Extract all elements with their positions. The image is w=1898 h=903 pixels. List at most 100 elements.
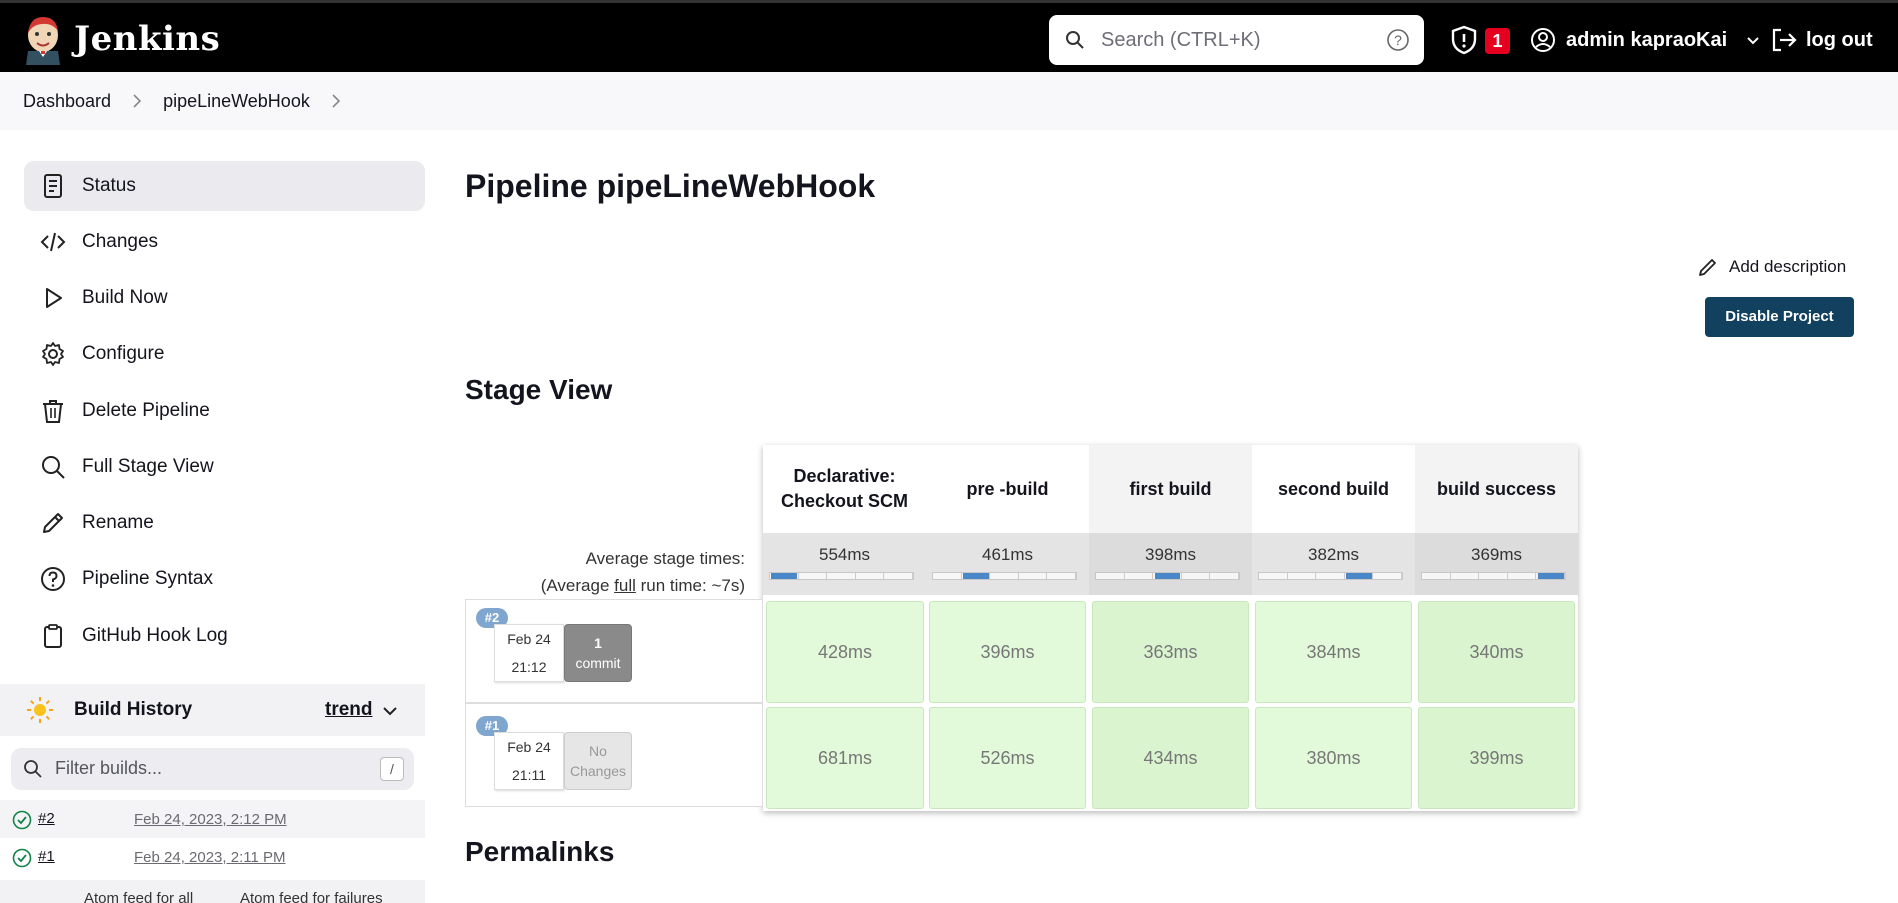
chevron-down-icon[interactable] — [382, 704, 398, 718]
add-description-link[interactable]: Add description — [1697, 256, 1846, 278]
stage-view-title: Stage View — [465, 374, 613, 405]
add-description-label[interactable]: Add description — [1729, 257, 1846, 277]
sidebar-item-github-hook-log[interactable]: GitHub Hook Log — [24, 611, 425, 661]
code-icon — [40, 232, 66, 252]
progress-segment — [1019, 573, 1048, 579]
build-date-link[interactable]: Feb 24, 2023, 2:12 PM — [134, 811, 287, 828]
stage-cell[interactable]: 380ms — [1255, 707, 1412, 809]
breadcrumb-dashboard[interactable]: Dashboard — [23, 91, 111, 112]
avg-time-value: 369ms — [1470, 545, 1523, 564]
build-number-link[interactable]: #1 — [38, 848, 55, 865]
progress-fill — [1537, 573, 1564, 579]
stage-name: Declarative: — [793, 466, 896, 486]
search-icon — [1066, 31, 1084, 49]
pencil-icon — [1699, 259, 1716, 276]
brand-name: Jenkins — [74, 19, 221, 59]
breadcrumb-project[interactable]: pipeLineWebHook — [163, 91, 310, 112]
sidebar-item-rename[interactable]: Rename — [24, 498, 425, 548]
sidebar-item-label: Full Stage View — [82, 456, 214, 477]
build-history-title: Build History — [74, 699, 193, 720]
stage-cell[interactable]: 396ms — [929, 601, 1086, 703]
stage-header-pre-build: pre -build — [926, 445, 1089, 533]
atom-feed-failures-link[interactable]: Atom feed for failures — [240, 890, 383, 903]
stage-header-checkout-scm: Declarative: Checkout SCM — [763, 445, 926, 533]
progress-fill — [963, 573, 989, 579]
build-time: 21:12 — [511, 659, 547, 675]
filter-shortcut-key: / — [380, 757, 404, 781]
avg-progress-bar — [1421, 572, 1566, 580]
sidebar-item-changes[interactable]: Changes — [24, 217, 425, 267]
build-date-box[interactable]: Feb 24 21:11 — [494, 732, 564, 790]
progress-segment — [1210, 573, 1239, 579]
stage-cell[interactable]: 434ms — [1092, 707, 1249, 809]
sidebar-item-pipeline-syntax[interactable]: Pipeline Syntax — [24, 554, 425, 604]
progress-fill — [1346, 573, 1372, 579]
stage-name: second build — [1277, 478, 1389, 499]
progress-segment — [1182, 573, 1211, 579]
average-stage-times-label: Average stage times: (Average full run t… — [465, 545, 745, 599]
full-run-link[interactable]: full — [614, 576, 636, 595]
build-number-link[interactable]: #2 — [38, 810, 55, 827]
sidebar-item-status[interactable]: Status — [24, 161, 425, 211]
stage-cell[interactable]: 340ms — [1418, 601, 1575, 703]
chevron-right-icon[interactable] — [330, 94, 342, 108]
progress-segment — [933, 573, 962, 579]
progress-segment — [1451, 573, 1480, 579]
sidebar-item-label: Build Now — [82, 287, 168, 308]
changes-box: No Changes — [564, 732, 632, 790]
atom-feed-all-link[interactable]: Atom feed for all — [84, 890, 193, 903]
logout-icon — [1772, 28, 1797, 52]
search-icon — [24, 760, 42, 778]
build-history-row[interactable]: #2 Feb 24, 2023, 2:12 PM — [0, 800, 425, 838]
logout-label[interactable]: log out — [1806, 29, 1873, 52]
stage-cell[interactable]: 384ms — [1255, 601, 1412, 703]
chevron-right-icon — [133, 94, 142, 108]
sidebar-item-delete-pipeline[interactable]: Delete Pipeline — [24, 386, 425, 436]
user-name[interactable]: admin kapraoKai — [1566, 29, 1727, 52]
disable-project-button[interactable]: Disable Project — [1705, 297, 1854, 337]
logout-link[interactable]: log out — [1770, 27, 1873, 53]
sidebar-item-build-now[interactable]: Build Now — [24, 273, 425, 323]
changes-label: commit — [575, 655, 621, 671]
chevron-down-icon[interactable] — [1745, 32, 1761, 48]
filter-builds-input[interactable]: Filter builds... / — [11, 748, 414, 790]
build-date-box[interactable]: Feb 24 21:12 — [494, 624, 564, 682]
stage-cell[interactable]: 363ms — [1092, 601, 1249, 703]
help-icon[interactable]: ? — [1386, 28, 1410, 52]
sun-weather-icon — [27, 697, 53, 723]
stage-cell[interactable]: 681ms — [766, 707, 924, 809]
avg-label-line: Average stage times: — [585, 549, 745, 568]
security-count-badge[interactable]: 1 — [1485, 28, 1510, 54]
avg-time-cell: 398ms — [1089, 533, 1252, 595]
sidebar-item-full-stage-view[interactable]: Full Stage View — [24, 442, 425, 492]
avg-run-time-line: (Average full run time: ~7s) — [465, 572, 745, 599]
build-date-link[interactable]: Feb 24, 2023, 2:11 PM — [134, 849, 286, 866]
search-input[interactable]: Search (CTRL+K) — [1101, 29, 1261, 52]
stage-cell[interactable]: 428ms — [766, 601, 924, 703]
build-history-row[interactable]: #1 Feb 24, 2023, 2:11 PM — [0, 838, 425, 876]
stage-cell[interactable]: 399ms — [1418, 707, 1575, 809]
stage-cell[interactable]: 526ms — [929, 707, 1086, 809]
progress-segment — [1479, 573, 1508, 579]
progress-segment — [1508, 573, 1537, 579]
success-check-icon — [12, 848, 32, 868]
atom-feed-bar: Atom feed for all Atom feed for failures — [0, 880, 425, 903]
sidebar-item-configure[interactable]: Configure — [24, 329, 425, 379]
help-icon — [41, 567, 65, 591]
top-header: Jenkins Search (CTRL+K) ? 1 admin kaprao… — [0, 0, 1898, 72]
filter-placeholder[interactable]: Filter builds... — [55, 758, 162, 779]
trash-icon — [43, 400, 63, 423]
avg-progress-bar — [1095, 572, 1240, 580]
trend-link[interactable]: trend — [325, 699, 373, 721]
jenkins-logo[interactable]: Jenkins — [22, 13, 220, 65]
build-date: Feb 24 — [507, 739, 551, 755]
progress-segment — [1316, 573, 1345, 579]
changes-box[interactable]: 1 commit — [564, 624, 632, 682]
search-box[interactable]: Search (CTRL+K) ? — [1049, 15, 1424, 65]
sidebar-item-label: Status — [82, 175, 136, 196]
user-menu[interactable]: admin kapraoKai — [1530, 27, 1771, 53]
progress-segment — [799, 573, 828, 579]
progress-fill — [1154, 573, 1181, 579]
security-shield-icon[interactable] — [1450, 25, 1478, 55]
sidebar-item-label: Delete Pipeline — [82, 400, 210, 421]
